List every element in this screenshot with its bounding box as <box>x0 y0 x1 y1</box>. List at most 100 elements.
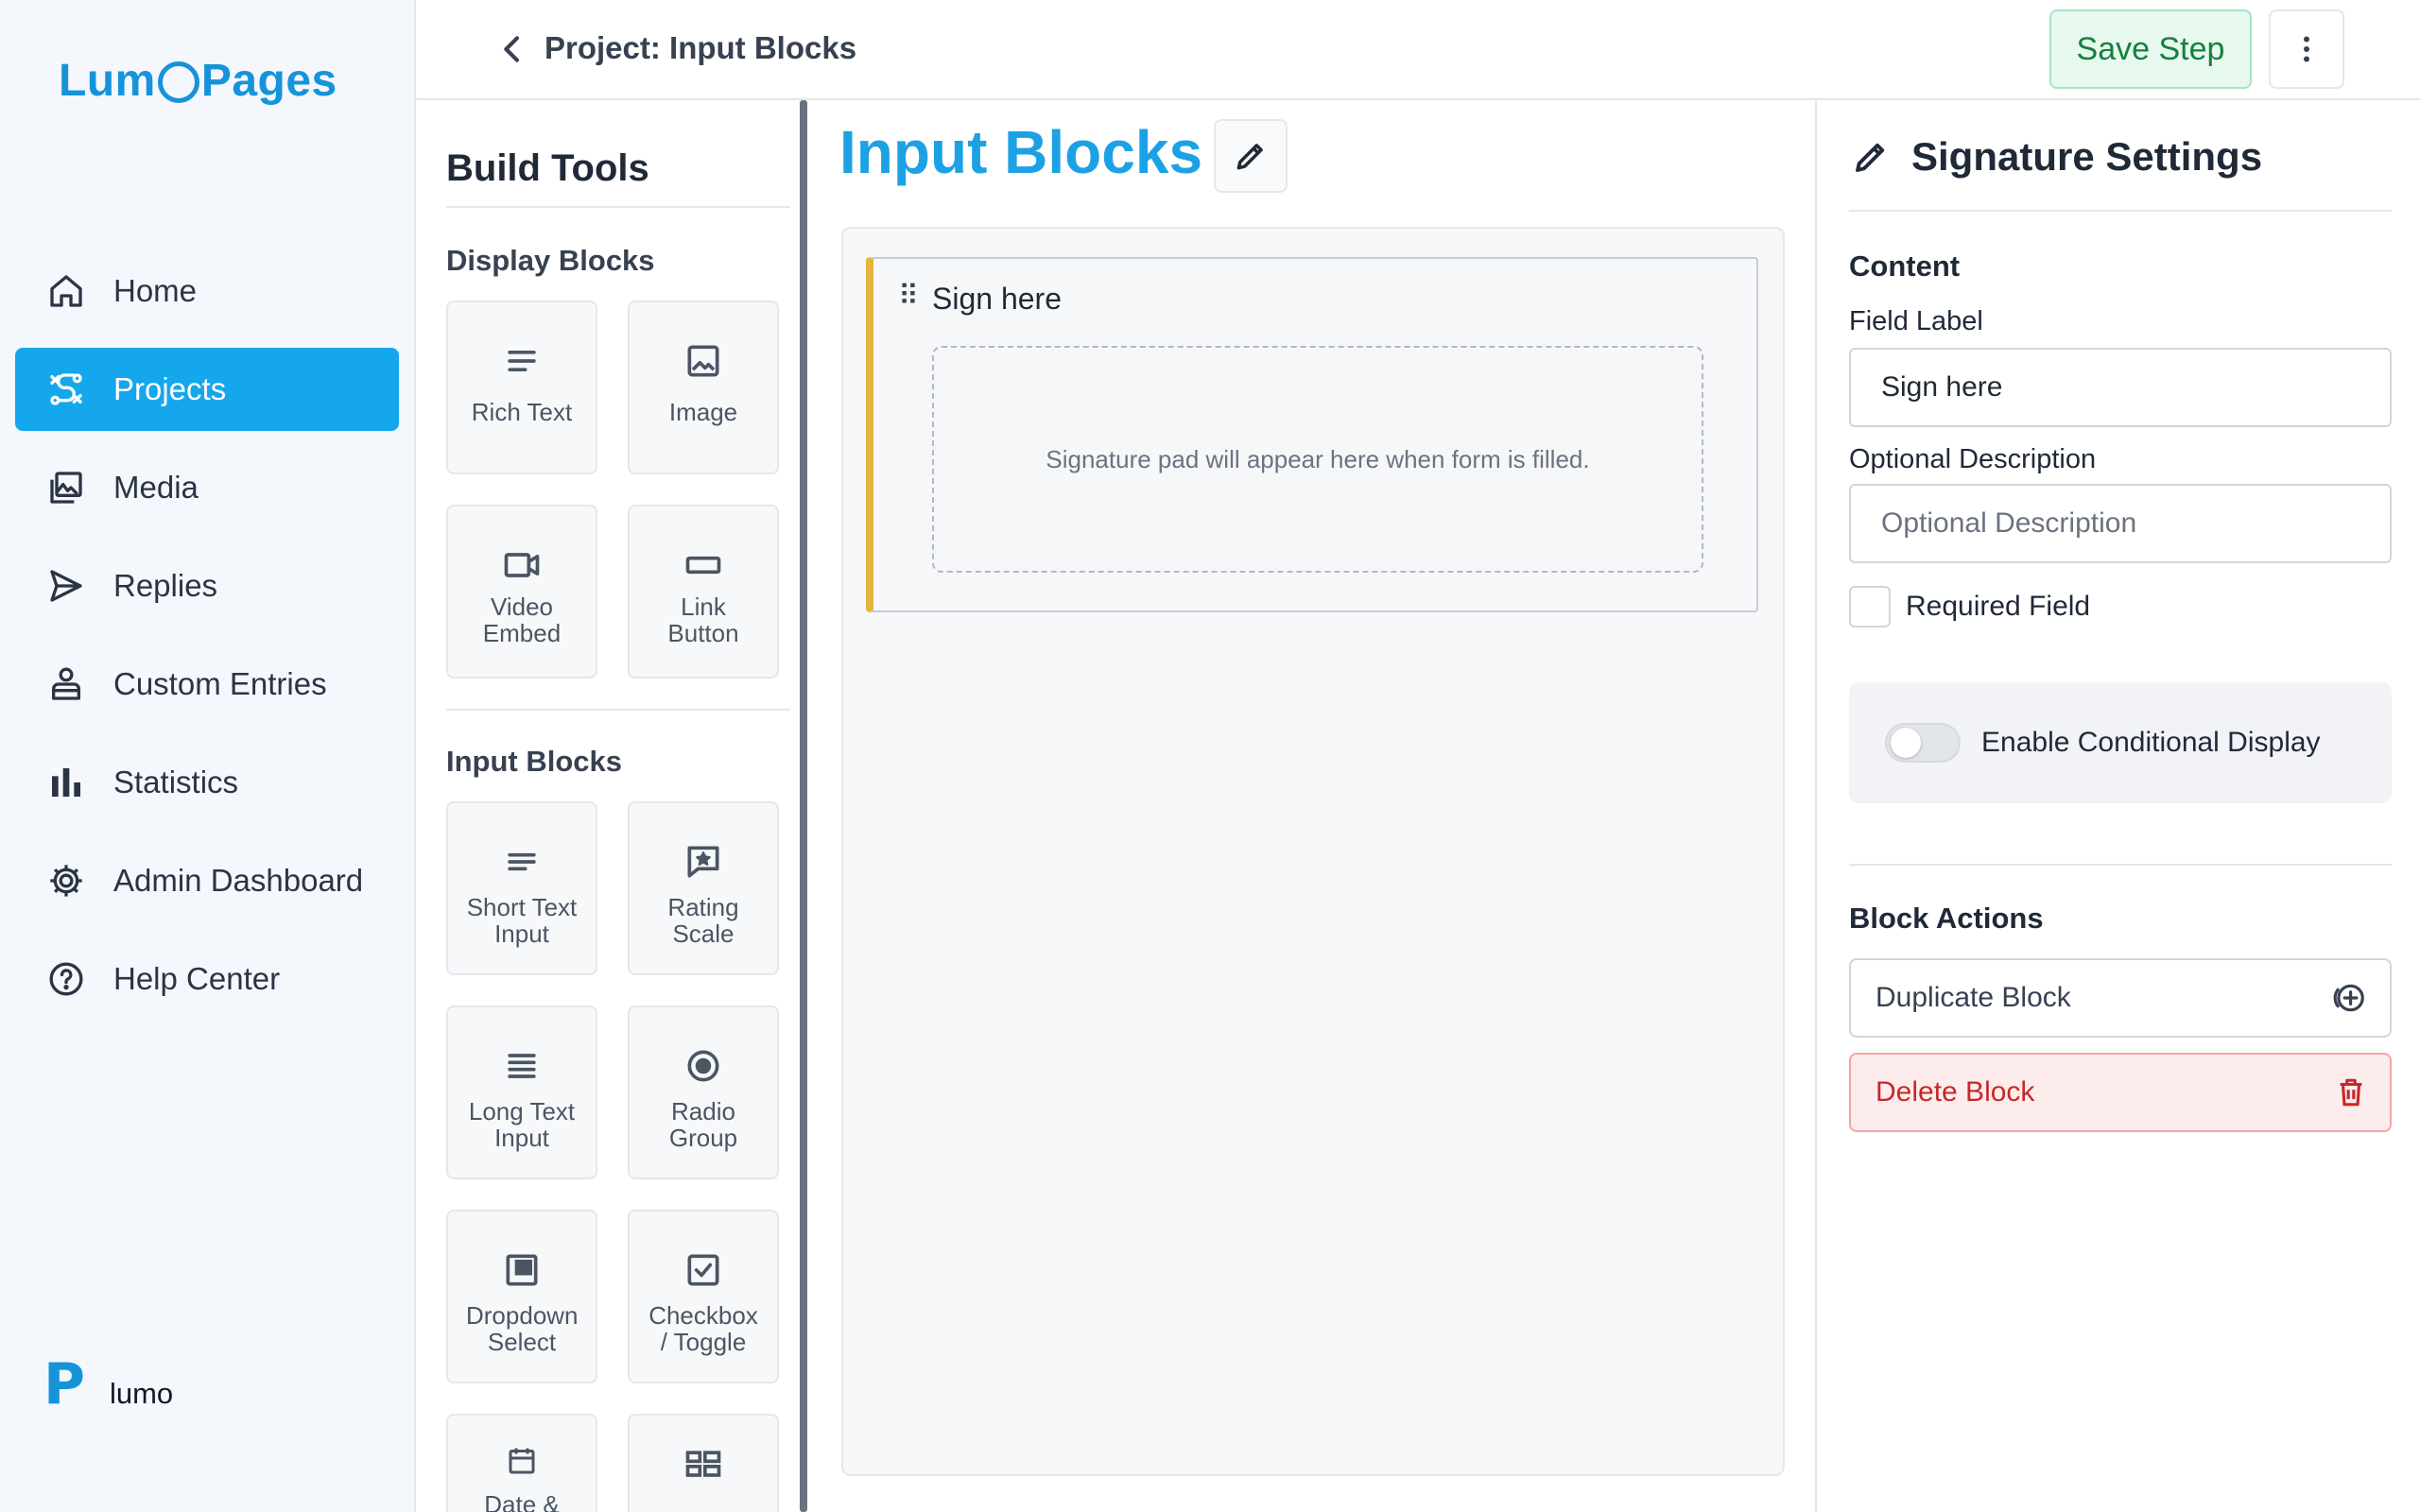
conditional-display-toggle[interactable] <box>1885 723 1961 763</box>
input-blocks-title: Input Blocks <box>446 745 623 778</box>
radio-icon <box>687 1050 719 1082</box>
workspace-badge[interactable]: P lumo <box>43 1351 173 1418</box>
sidebar-item-label: Media <box>113 470 199 505</box>
kebab-menu-icon <box>2304 36 2309 62</box>
tool-label: Dropdown Select <box>466 1301 579 1356</box>
app-logo[interactable]: Lum Pages <box>59 55 337 107</box>
sidebar-item-help-center[interactable]: Help Center <box>15 937 399 1021</box>
sidebar-item-label: Custom Entries <box>113 666 327 701</box>
pencil-icon <box>1856 143 1885 172</box>
tool-rich-text[interactable]: Rich Text <box>446 301 597 474</box>
field-label-input[interactable] <box>1849 348 2392 427</box>
signature-pad-text: Signature pad will appear here when form… <box>1046 444 1590 473</box>
sidebar-item-statistics[interactable]: Statistics <box>15 741 399 824</box>
tool-label: Rating Scale <box>667 893 739 948</box>
build-tools-title: Build Tools <box>446 147 649 189</box>
sidebar-item-replies[interactable]: Replies <box>15 544 399 627</box>
delete-block-button[interactable]: Delete Block <box>1849 1053 2392 1132</box>
tool-video-embed[interactable]: Video Embed <box>446 505 597 679</box>
more-options-button[interactable] <box>2269 9 2344 89</box>
settings-header: Signature Settings <box>1851 134 2262 180</box>
tool-rating-scale[interactable]: Rating Scale <box>628 801 779 975</box>
delete-block-label: Delete Block <box>1876 1076 2035 1108</box>
divider <box>446 709 790 711</box>
media-icon <box>47 469 85 507</box>
sidebar-item-media[interactable]: Media <box>15 446 399 529</box>
settings-title: Signature Settings <box>1911 134 2263 179</box>
projects-icon <box>47 370 85 408</box>
settings-panel: Signature Settings Content Field Label O… <box>1815 100 2420 1512</box>
signature-pad-placeholder: Signature pad will appear here when form… <box>932 346 1703 573</box>
tool-label: Image <box>668 398 738 426</box>
field-label-label: Field Label <box>1849 306 1983 336</box>
required-field-row[interactable]: Required Field <box>1849 586 2090 627</box>
build-tools-panel: Build Tools Display Blocks Rich Text Ima… <box>416 100 804 1512</box>
content-section-title: Content <box>1849 249 1961 283</box>
rating-icon <box>687 846 719 878</box>
display-blocks-title: Display Blocks <box>446 244 655 277</box>
block-label: Sign here <box>932 282 1062 316</box>
tool-label: Long Text Input <box>468 1097 576 1152</box>
sidebar: Lum Pages Home Projects Media Replies Cu… <box>0 0 416 1512</box>
tool-date[interactable]: Date & <box>446 1414 597 1512</box>
tool-grid[interactable] <box>628 1414 779 1512</box>
tool-label: Radio Group <box>668 1097 738 1152</box>
toggle-knob <box>1891 728 1921 758</box>
short-text-icon <box>508 852 536 871</box>
required-field-checkbox[interactable] <box>1849 586 1891 627</box>
sidebar-item-home[interactable]: Home <box>15 249 399 333</box>
conditional-display-card: Enable Conditional Display <box>1849 682 2392 803</box>
duplicate-icon <box>2333 984 2364 1012</box>
tool-checkbox-toggle[interactable]: Checkbox / Toggle <box>628 1210 779 1383</box>
signature-block[interactable]: ⠿ Sign here Signature pad will appear he… <box>866 257 1758 612</box>
tool-label: Video Embed <box>482 593 562 647</box>
tool-image[interactable]: Image <box>628 301 779 474</box>
sidebar-item-custom-entries[interactable]: Custom Entries <box>15 643 399 726</box>
button-icon <box>685 556 721 575</box>
logo-text-part1: Lum <box>59 56 156 106</box>
sidebar-item-admin-dashboard[interactable]: Admin Dashboard <box>15 839 399 922</box>
pencil-icon <box>1236 144 1263 170</box>
sidebar-item-label: Help Center <box>113 961 281 996</box>
tool-link-button[interactable]: Link Button <box>628 505 779 679</box>
tool-long-text-input[interactable]: Long Text Input <box>446 1005 597 1179</box>
back-chevron-icon[interactable] <box>493 30 531 68</box>
optional-description-input[interactable] <box>1849 484 2392 563</box>
main-nav: Home Projects Media Replies Custom Entri… <box>15 249 399 1036</box>
save-step-button[interactable]: Save Step <box>2049 9 2252 89</box>
text-lines-icon <box>508 351 536 371</box>
form-canvas: ⠿ Sign here Signature pad will appear he… <box>841 227 1785 1476</box>
duplicate-block-label: Duplicate Block <box>1876 982 2071 1013</box>
checkbox-icon <box>687 1254 719 1286</box>
trash-icon <box>2340 1078 2362 1107</box>
breadcrumb: Project: Input Blocks <box>544 30 857 65</box>
logo-ring-icon <box>157 61 199 103</box>
tool-label: Rich Text <box>471 398 573 426</box>
grid-icon <box>685 1451 721 1477</box>
page-title: Input Blocks <box>839 118 1203 186</box>
image-icon <box>687 345 719 377</box>
app-root: Lum Pages Home Projects Media Replies Cu… <box>0 0 2420 1512</box>
sidebar-item-projects[interactable]: Projects <box>15 348 399 431</box>
tool-label: Link Button <box>667 593 739 647</box>
sidebar-item-label: Projects <box>113 371 227 406</box>
drag-handle-icon[interactable]: ⠿ <box>898 280 919 313</box>
required-field-label: Required Field <box>1906 591 2091 622</box>
top-bar: Project: Input Blocks Save Step <box>416 0 2420 100</box>
home-icon <box>47 272 85 310</box>
long-text-icon <box>508 1054 536 1078</box>
workspace-logo-icon: P <box>43 1351 85 1418</box>
logo-text-part2: Pages <box>200 56 337 106</box>
tool-radio-group[interactable]: Radio Group <box>628 1005 779 1179</box>
send-icon <box>47 567 85 605</box>
sidebar-item-label: Admin Dashboard <box>113 863 364 898</box>
duplicate-block-button[interactable]: Duplicate Block <box>1849 958 2392 1038</box>
help-icon <box>47 960 85 998</box>
tool-dropdown-select[interactable]: Dropdown Select <box>446 1210 597 1383</box>
sidebar-item-label: Replies <box>113 568 218 603</box>
edit-title-button[interactable] <box>1214 119 1288 193</box>
block-actions-title: Block Actions <box>1849 902 2044 935</box>
dropdown-icon <box>506 1254 538 1286</box>
tools-scrollbar[interactable] <box>800 100 807 1512</box>
tool-short-text-input[interactable]: Short Text Input <box>446 801 597 975</box>
